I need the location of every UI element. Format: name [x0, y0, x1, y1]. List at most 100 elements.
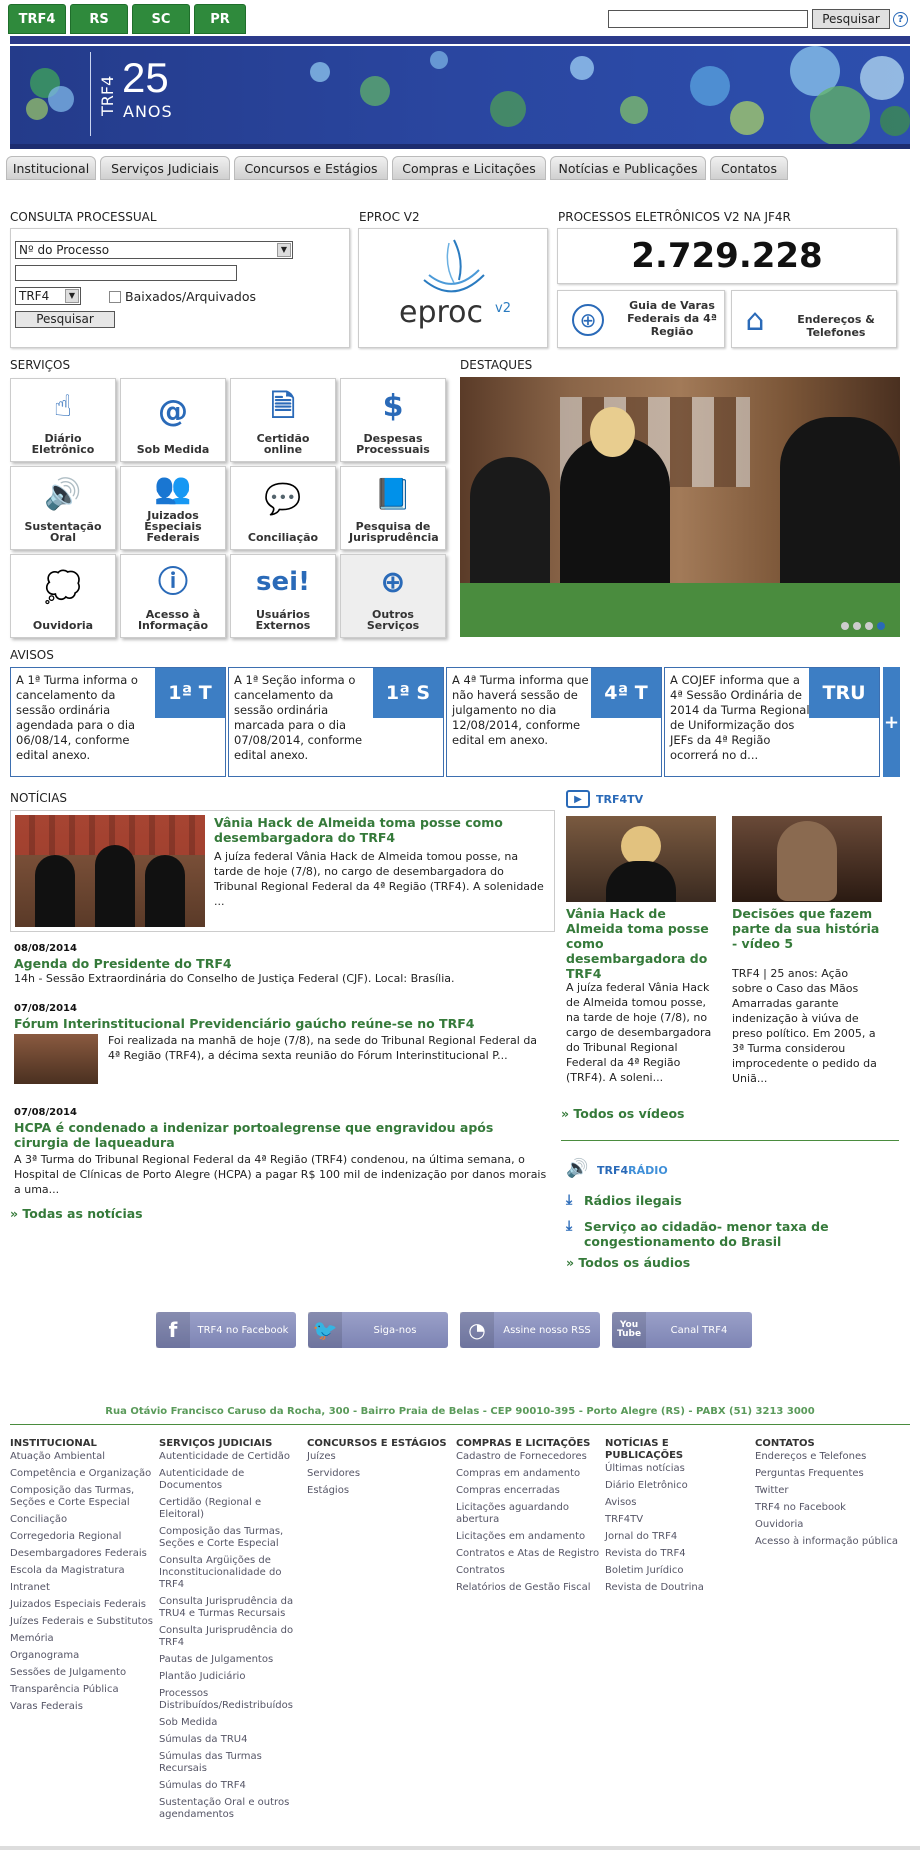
- eproc-box[interactable]: eproc v2: [358, 228, 548, 348]
- footer-link[interactable]: Súmulas das Turmas Recursais: [159, 1751, 304, 1775]
- footer-link[interactable]: Escola da Magistratura: [10, 1565, 155, 1577]
- service-tile-diario-eletronico[interactable]: ☝ Diário Eletrônico: [10, 378, 116, 462]
- footer-link[interactable]: Autenticidade de Documentos: [159, 1468, 304, 1492]
- help-icon[interactable]: ?: [893, 12, 908, 27]
- service-tile-certidao-online[interactable]: 🗎 Certidão online: [230, 378, 336, 462]
- footer-link[interactable]: Corregedoria Regional: [10, 1531, 155, 1543]
- all-videos-link[interactable]: » Todos os vídeos: [561, 1106, 684, 1121]
- service-tile-outros-servicos[interactable]: ⊕ Outros Serviços: [340, 554, 446, 638]
- process-type-select[interactable]: Nº do Processo ▼: [15, 241, 293, 259]
- footer-link[interactable]: Sustentação Oral e outros agendamentos: [159, 1797, 304, 1821]
- footer-link[interactable]: Composição das Turmas, Seções e Corte Es…: [159, 1526, 304, 1550]
- service-tile-ouvidoria[interactable]: 💭 Ouvidoria: [10, 554, 116, 638]
- footer-link[interactable]: Sob Medida: [159, 1717, 304, 1729]
- aviso-card[interactable]: A 4ª Turma informa que não haverá sessão…: [446, 667, 662, 777]
- footer-link[interactable]: Contratos e Atas de Registro: [456, 1548, 601, 1560]
- carousel-dot[interactable]: [853, 622, 861, 630]
- footer-link[interactable]: Avisos: [605, 1497, 750, 1509]
- footer-link[interactable]: Contratos: [456, 1565, 601, 1577]
- radio-item[interactable]: Serviço ao cidadão- menor taxa de conges…: [584, 1219, 884, 1249]
- nav-compras[interactable]: Compras e Licitações: [392, 156, 546, 180]
- footer-link[interactable]: Processos Distribuídos/Redistribuídos: [159, 1688, 304, 1712]
- aviso-card[interactable]: A 1ª Seção informa o cancelamento da ses…: [228, 667, 444, 777]
- service-tile-despesas-processuais[interactable]: $ Despesas Processuais: [340, 378, 446, 462]
- footer-link[interactable]: Consulta Jurisprudência do TRF4: [159, 1625, 304, 1649]
- carousel-dot[interactable]: [865, 622, 873, 630]
- nav-noticias[interactable]: Notícias e Publicações: [550, 156, 706, 180]
- footer-link[interactable]: Pautas de Julgamentos: [159, 1654, 304, 1666]
- footer-link[interactable]: Jornal do TRF4: [605, 1531, 750, 1543]
- footer-link[interactable]: Certidão (Regional e Eleitoral): [159, 1497, 304, 1521]
- nav-contatos[interactable]: Contatos: [710, 156, 788, 180]
- footer-column-title[interactable]: CONTATOS: [755, 1438, 900, 1450]
- footer-link[interactable]: Organograma: [10, 1650, 155, 1662]
- aviso-card[interactable]: A COJEF informa que a 4ª Sessão Ordinári…: [664, 667, 880, 777]
- footer-column-title[interactable]: NOTÍCIAS E PUBLICAÇÕES: [605, 1438, 750, 1462]
- radio-item[interactable]: Rádios ilegais: [584, 1193, 682, 1208]
- footer-link[interactable]: Boletim Jurídico: [605, 1565, 750, 1577]
- footer-link[interactable]: Juízes Federais e Substitutos: [10, 1616, 155, 1628]
- nav-institucional[interactable]: Institucional: [6, 156, 96, 180]
- youtube-button[interactable]: You Tube Canal TRF4: [612, 1312, 752, 1348]
- footer-column-title[interactable]: INSTITUCIONAL: [10, 1438, 155, 1450]
- video-thumbnail[interactable]: [732, 816, 882, 902]
- service-tile-conciliacao[interactable]: 💬 Conciliação: [230, 466, 336, 550]
- footer-link[interactable]: Juizados Especiais Federais: [10, 1599, 155, 1611]
- service-tile-sob-medida[interactable]: @ Sob Medida: [120, 378, 226, 462]
- footer-link[interactable]: Cadastro de Fornecedores: [456, 1451, 601, 1463]
- service-tile-juizados-especiais[interactable]: 👥 Juizados Especiais Federais: [120, 466, 226, 550]
- footer-link[interactable]: Compras encerradas: [456, 1485, 601, 1497]
- video-title[interactable]: Decisões que fazem parte da sua história…: [732, 906, 887, 951]
- service-tile-usuarios-externos[interactable]: sei! Usuários Externos: [230, 554, 336, 638]
- guia-varas-button[interactable]: ⊕ Guia de Varas Federais da 4ª Região: [557, 290, 725, 348]
- featured-news[interactable]: Vânia Hack de Almeida toma posse como de…: [10, 810, 555, 932]
- footer-link[interactable]: Revista do TRF4: [605, 1548, 750, 1560]
- tab-rs[interactable]: RS: [70, 4, 128, 34]
- service-tile-sustentacao-oral[interactable]: 🔊 Sustentação Oral: [10, 466, 116, 550]
- all-news-link[interactable]: » Todas as notícias: [10, 1206, 143, 1221]
- tab-trf4[interactable]: TRF4: [8, 4, 66, 34]
- process-number-input[interactable]: [15, 265, 237, 281]
- featured-news-title[interactable]: Vânia Hack de Almeida toma posse como de…: [214, 815, 544, 845]
- footer-link[interactable]: Relatórios de Gestão Fiscal: [456, 1582, 601, 1594]
- carousel-dot[interactable]: [841, 622, 849, 630]
- news-title[interactable]: Fórum Interinstitucional Previdenciário …: [14, 1016, 474, 1031]
- footer-link[interactable]: Competência e Organização: [10, 1468, 155, 1480]
- footer-link[interactable]: Licitações em andamento: [456, 1531, 601, 1543]
- footer-link[interactable]: Composição das Turmas, Seções e Corte Es…: [10, 1485, 155, 1509]
- news-thumbnail[interactable]: [14, 1034, 98, 1084]
- rss-button[interactable]: ◔ Assine nosso RSS: [460, 1312, 600, 1348]
- nav-servicos-judiciais[interactable]: Serviços Judiciais: [100, 156, 230, 180]
- footer-link[interactable]: Licitações aguardando abertura: [456, 1502, 601, 1526]
- facebook-button[interactable]: f TRF4 no Facebook: [156, 1312, 296, 1348]
- footer-link[interactable]: Transparência Pública: [10, 1684, 155, 1696]
- footer-link[interactable]: TRF4TV: [605, 1514, 750, 1526]
- footer-link[interactable]: Atuação Ambiental: [10, 1451, 155, 1463]
- org-select[interactable]: TRF4 ▼: [15, 287, 81, 305]
- footer-link[interactable]: Varas Federais: [10, 1701, 155, 1713]
- footer-link[interactable]: Twitter: [755, 1485, 900, 1497]
- footer-column-title[interactable]: COMPRAS E LICITAÇÕES: [456, 1438, 601, 1450]
- footer-link[interactable]: Juízes: [307, 1451, 452, 1463]
- footer-column-title[interactable]: SERVIÇOS JUDICIAIS: [159, 1438, 304, 1450]
- footer-link[interactable]: Diário Eletrônico: [605, 1480, 750, 1492]
- archived-checkbox[interactable]: [109, 291, 121, 303]
- footer-link[interactable]: Servidores: [307, 1468, 452, 1480]
- search-button[interactable]: Pesquisar: [812, 9, 890, 29]
- video-title[interactable]: Vânia Hack de Almeida toma posse como de…: [566, 906, 721, 981]
- footer-link[interactable]: Endereços e Telefones: [755, 1451, 900, 1463]
- footer-column-title[interactable]: CONCURSOS E ESTÁGIOS: [307, 1438, 452, 1450]
- footer-link[interactable]: Perguntas Frequentes: [755, 1468, 900, 1480]
- footer-link[interactable]: Súmulas da TRU4: [159, 1734, 304, 1746]
- footer-link[interactable]: Consulta Argüições de Inconstitucionalid…: [159, 1555, 304, 1591]
- footer-link[interactable]: Revista de Doutrina: [605, 1582, 750, 1594]
- twitter-button[interactable]: 🐦 Siga-nos: [308, 1312, 448, 1348]
- footer-link[interactable]: Ouvidoria: [755, 1519, 900, 1531]
- news-title[interactable]: Agenda do Presidente do TRF4: [14, 956, 232, 971]
- destaque-image[interactable]: [460, 377, 900, 637]
- video-thumbnail[interactable]: [566, 816, 716, 902]
- carousel-dot-active[interactable]: [877, 622, 885, 630]
- tab-sc[interactable]: SC: [132, 4, 190, 34]
- footer-link[interactable]: TRF4 no Facebook: [755, 1502, 900, 1514]
- news-title[interactable]: HCPA é condenado a indenizar portoalegre…: [14, 1120, 544, 1150]
